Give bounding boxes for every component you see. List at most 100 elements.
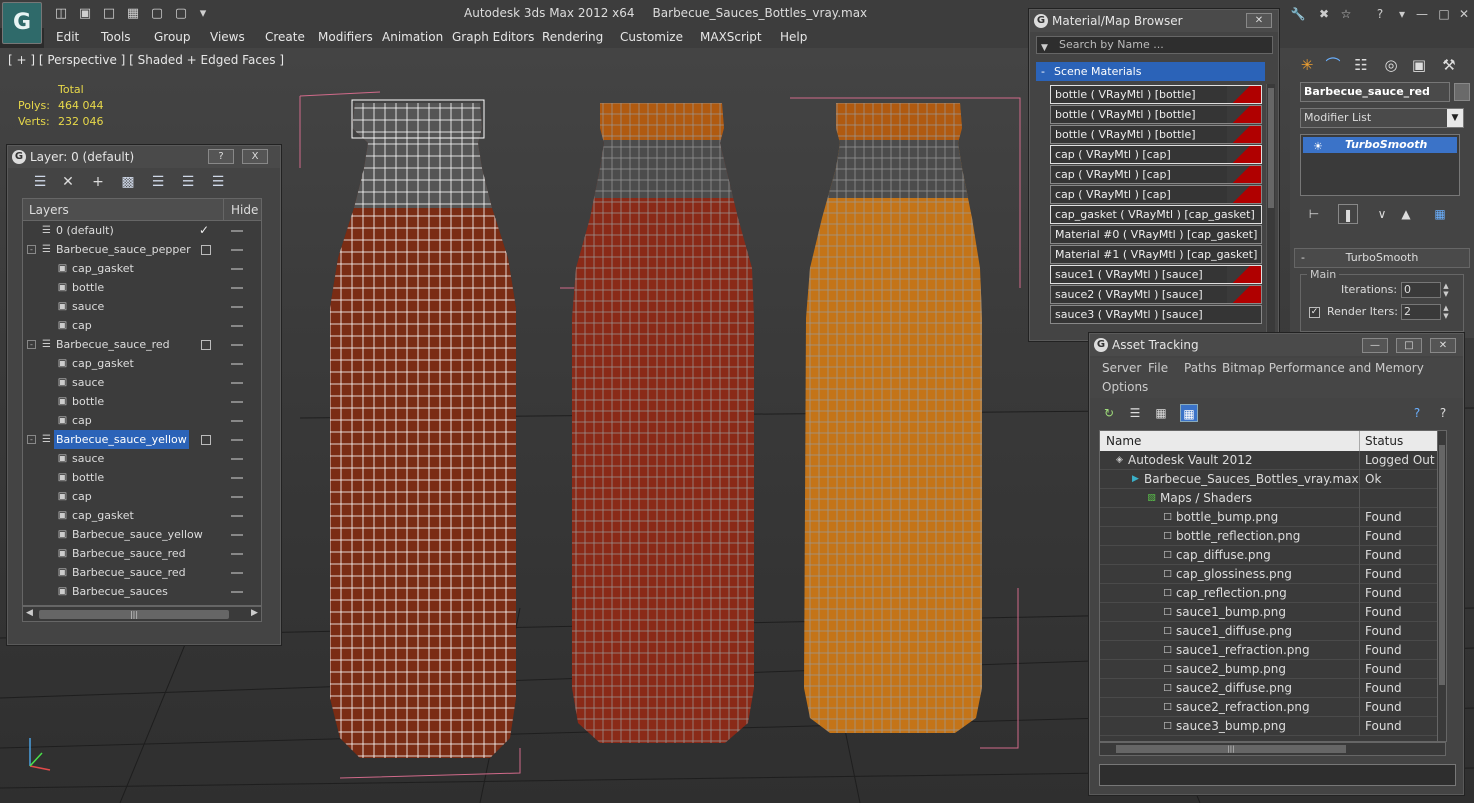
utilities-tab-icon[interactable]: ⚒ xyxy=(1438,54,1460,76)
asset-row[interactable]: □ sauce1_bump.png Found xyxy=(1100,603,1445,622)
asset-row[interactable]: □ sauce1_diffuse.png Found xyxy=(1100,622,1445,641)
menu-help[interactable]: Help xyxy=(780,30,807,44)
favorites-star-icon[interactable]: ☆ xyxy=(1338,6,1354,22)
scroll-thumb[interactable]: ||| xyxy=(1116,745,1346,753)
menu-tools[interactable]: Tools xyxy=(101,30,131,44)
layer-object-row[interactable]: ▣ cap xyxy=(23,487,261,506)
minimize-icon[interactable]: — xyxy=(1414,6,1430,22)
layer-object-row[interactable]: ▣ cap_gasket xyxy=(23,259,261,278)
hide-toggle[interactable] xyxy=(231,477,243,479)
hide-toggle[interactable] xyxy=(231,306,243,308)
material-item[interactable]: bottle ( VRayMtl ) [bottle] xyxy=(1050,124,1262,144)
layer-object-row[interactable]: ▣ Barbecue_sauces xyxy=(23,582,261,601)
menu-paths[interactable]: Paths xyxy=(1184,361,1217,375)
material-item-box[interactable]: sauce3 ( VRayMtl ) [sauce] xyxy=(1050,305,1262,324)
material-item-box[interactable]: bottle ( VRayMtl ) [bottle] xyxy=(1050,85,1262,104)
hold-icon[interactable]: ▢ xyxy=(148,6,166,22)
menu-file[interactable]: File xyxy=(1148,361,1168,375)
asset-row[interactable]: ▧ Maps / Shaders xyxy=(1100,489,1445,508)
close-icon[interactable]: ✕ xyxy=(1430,338,1456,353)
layer-object-row[interactable]: ▣ sauce xyxy=(23,449,261,468)
hide-toggle[interactable] xyxy=(231,496,243,498)
scroll-right-icon[interactable]: ▶ xyxy=(251,608,258,618)
select-objects-icon[interactable]: ▩ xyxy=(118,172,138,192)
material-item[interactable]: bottle ( VRayMtl ) [bottle] xyxy=(1050,104,1262,124)
material-item[interactable]: sauce3 ( VRayMtl ) [sauce] xyxy=(1050,304,1262,324)
material-item-box[interactable]: sauce2 ( VRayMtl ) [sauce] xyxy=(1050,285,1262,304)
material-item[interactable]: cap ( VRayMtl ) [cap] xyxy=(1050,164,1262,184)
help-dropdown-icon[interactable]: ▾ xyxy=(1394,6,1410,22)
hide-toggle[interactable] xyxy=(231,344,243,346)
table-view-icon[interactable]: ▦ xyxy=(1180,404,1198,422)
layer-object-row[interactable]: ▣ Barbecue_sauce_red xyxy=(23,563,261,582)
scene-materials-group[interactable]: - Scene Materials xyxy=(1036,62,1265,81)
menu-edit[interactable]: Edit xyxy=(56,30,79,44)
hide-all-layers-icon[interactable]: ☰ xyxy=(178,172,198,192)
add-to-layer-icon[interactable]: + xyxy=(88,172,108,192)
set-current-layer-checkbox[interactable] xyxy=(201,435,211,445)
asset-row[interactable]: □ sauce2_diffuse.png Found xyxy=(1100,679,1445,698)
menu-group[interactable]: Group xyxy=(154,30,191,44)
hide-toggle[interactable] xyxy=(231,439,243,441)
material-item[interactable]: Material #0 ( VRayMtl ) [cap_gasket] xyxy=(1050,224,1262,244)
asset-tracking-title-bar[interactable]: G Asset Tracking — □ ✕ xyxy=(1090,334,1463,356)
restore-icon[interactable]: □ xyxy=(1396,338,1422,353)
hide-toggle[interactable] xyxy=(231,458,243,460)
layer-object-row[interactable]: ▣ cap_gasket xyxy=(23,354,261,373)
asset-row[interactable]: □ sauce2_refraction.png Found xyxy=(1100,698,1445,717)
material-item[interactable]: cap ( VRayMtl ) [cap] xyxy=(1050,144,1262,164)
modify-tab-icon[interactable]: ⌒ xyxy=(1322,54,1344,76)
status-column-header[interactable]: Status xyxy=(1365,434,1403,448)
asset-row[interactable]: □ sauce1_refraction.png Found xyxy=(1100,641,1445,660)
scroll-thumb[interactable] xyxy=(1439,445,1445,685)
layer-object-row[interactable]: ▣ bottle xyxy=(23,278,261,297)
freeze-all-layers-icon[interactable]: ☰ xyxy=(208,172,228,192)
restore-icon[interactable]: □ xyxy=(1436,6,1452,22)
refresh-icon[interactable]: ↻ xyxy=(1100,404,1118,422)
layer-row[interactable]: ☰ 0 (default) ✓ xyxy=(23,221,261,240)
asset-row[interactable]: □ sauce3_bump.png Found xyxy=(1100,717,1445,736)
asset-row[interactable]: □ cap_reflection.png Found xyxy=(1100,584,1445,603)
modifier-list-dropdown[interactable]: Modifier List ▼ xyxy=(1300,108,1464,128)
material-item-box[interactable]: cap ( VRayMtl ) [cap] xyxy=(1050,165,1262,184)
spinner-arrows-icon[interactable]: ▲ ▼ xyxy=(1441,282,1451,298)
collapse-icon[interactable]: - xyxy=(1041,62,1045,81)
help-icon[interactable]: ? xyxy=(1408,404,1426,422)
hide-toggle[interactable] xyxy=(231,382,243,384)
expand-toggle-icon[interactable]: - xyxy=(27,340,36,349)
set-current-layer-checkbox[interactable] xyxy=(201,340,211,350)
modifier-stack-item[interactable]: ☀ TurboSmooth xyxy=(1303,137,1457,153)
display-tab-icon[interactable]: ▣ xyxy=(1408,54,1430,76)
material-item-box[interactable]: sauce1 ( VRayMtl ) [sauce] xyxy=(1050,265,1262,284)
hide-toggle[interactable] xyxy=(231,287,243,289)
tree-view-icon[interactable]: ▦ xyxy=(1152,404,1170,422)
search-options-dropdown-icon[interactable]: ▼ xyxy=(1041,40,1048,56)
fetch-icon[interactable]: ▢ xyxy=(172,6,190,22)
menu-customize[interactable]: Customize xyxy=(620,30,683,44)
hide-toggle[interactable] xyxy=(231,515,243,517)
asset-row[interactable]: ▶ Barbecue_Sauces_Bottles_vray.max Ok xyxy=(1100,470,1445,489)
menu-rendering[interactable]: Rendering xyxy=(542,30,603,44)
material-browser-title-bar[interactable]: G Material/Map Browser ✕ xyxy=(1030,10,1278,32)
set-current-layer-checkbox[interactable] xyxy=(201,245,211,255)
material-browser-close-button[interactable]: ✕ xyxy=(1246,13,1272,28)
redo-icon[interactable]: ▦ xyxy=(124,6,142,22)
scroll-thumb[interactable] xyxy=(1268,88,1274,208)
hide-toggle[interactable] xyxy=(231,401,243,403)
hide-toggle[interactable] xyxy=(231,363,243,365)
quick-access-dropdown-icon[interactable]: ▾ xyxy=(194,6,212,22)
make-unique-icon[interactable]: ∨ xyxy=(1372,204,1392,224)
configure-modifier-sets-icon[interactable]: ▦ xyxy=(1430,204,1450,224)
scroll-left-icon[interactable]: ◀ xyxy=(26,608,33,618)
asset-row[interactable]: □ cap_diffuse.png Found xyxy=(1100,546,1445,565)
help-icon[interactable]: ? xyxy=(1372,6,1388,22)
asset-row[interactable]: □ cap_glossiness.png Found xyxy=(1100,565,1445,584)
material-item-box[interactable]: cap ( VRayMtl ) [cap] xyxy=(1050,185,1262,204)
object-color-swatch[interactable] xyxy=(1454,83,1470,101)
menu-options[interactable]: Options xyxy=(1102,380,1148,394)
menu-modifiers[interactable]: Modifiers xyxy=(318,30,373,44)
hide-toggle[interactable] xyxy=(231,249,243,251)
material-item[interactable]: sauce2 ( VRayMtl ) [sauce] xyxy=(1050,284,1262,304)
asset-row[interactable]: □ bottle_reflection.png Found xyxy=(1100,527,1445,546)
layer-object-row[interactable]: ▣ sauce xyxy=(23,373,261,392)
